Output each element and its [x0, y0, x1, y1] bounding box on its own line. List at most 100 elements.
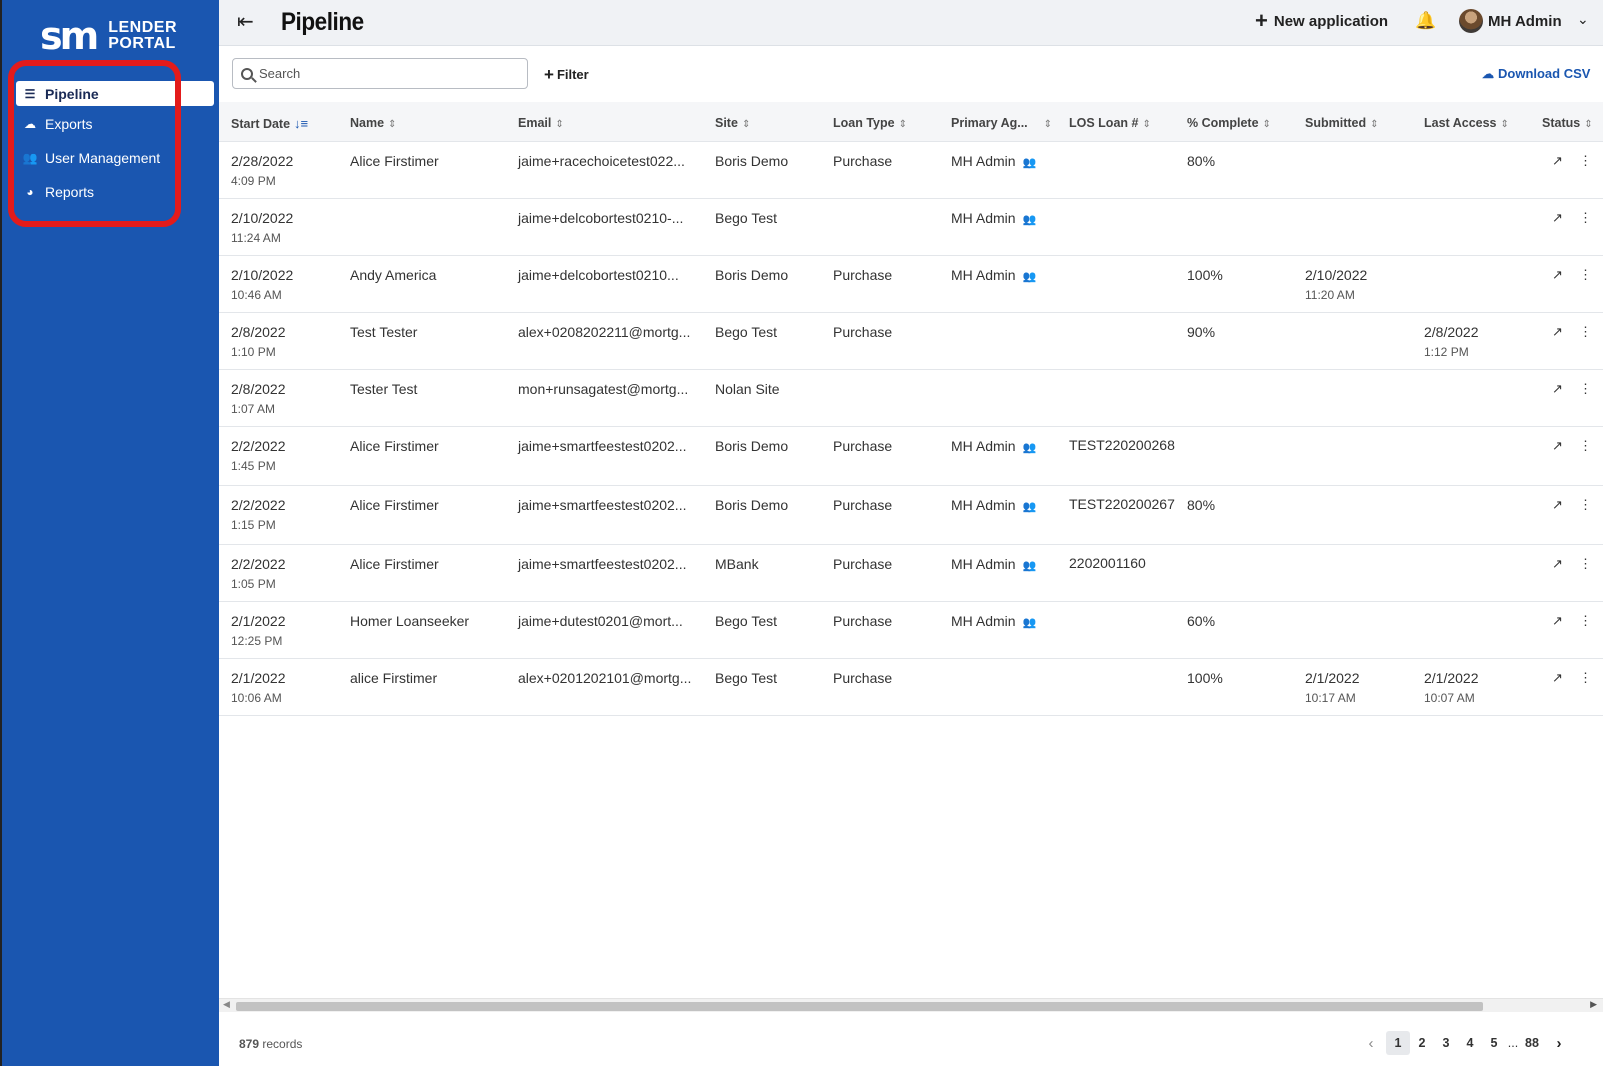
page-last-button[interactable]: 88 [1520, 1036, 1544, 1050]
chevron-right-icon[interactable]: › [1544, 1035, 1574, 1052]
last-access-cell: 2/8/2022 1:12 PM [1424, 324, 1479, 359]
loan-type-cell: Purchase [833, 267, 893, 283]
start-date: 2/8/2022 [231, 324, 286, 340]
table-row[interactable]: 2/8/2022 1:07 AM Tester Test mon+runsagat… [219, 370, 1603, 427]
start-date: 2/10/2022 [231, 267, 294, 283]
site-cell: Boris Demo [715, 438, 789, 454]
pagination: ‹ 1 2 3 4 5 ... 88 › [1356, 1031, 1574, 1055]
open-external-icon[interactable]: ↗ [1552, 613, 1563, 629]
submitted-date: 2/10/2022 [1305, 267, 1368, 283]
column-header-email[interactable]: Email ⇕ [518, 116, 564, 130]
chevron-left-icon[interactable]: ‹ [1356, 1035, 1386, 1052]
page-3-button[interactable]: 3 [1434, 1036, 1458, 1050]
users-icon: 👥 [1022, 442, 1037, 454]
avatar[interactable] [1459, 9, 1483, 33]
page-5-button[interactable]: 5 [1482, 1036, 1506, 1050]
site-cell: Boris Demo [715, 497, 789, 513]
sidebar-item-user-management[interactable]: 👥 User Management [16, 142, 214, 174]
loan-type-cell: Purchase [833, 153, 893, 169]
table-row[interactable]: 2/8/2022 1:10 PM Test Tester alex+0208202… [219, 313, 1603, 370]
start-date: 2/8/2022 [231, 381, 286, 397]
column-header-label: LOS Loan # [1069, 116, 1139, 130]
sidebar-item-reports[interactable]: ◕ Reports [16, 176, 214, 208]
table-row[interactable]: 2/10/2022 10:46 AM Andy America jaime+del… [219, 256, 1603, 313]
more-vertical-icon[interactable]: ⋮ [1579, 267, 1592, 283]
more-vertical-icon[interactable]: ⋮ [1579, 153, 1592, 169]
submitted-cell: 2/10/2022 11:20 AM [1305, 267, 1367, 302]
column-header-start-date[interactable]: Start Date ↓≡ [231, 116, 308, 131]
bell-icon[interactable]: 🔔 [1415, 11, 1436, 31]
loan-type-cell: Purchase [833, 324, 893, 340]
column-header-status[interactable]: Status ⇕ [1542, 116, 1593, 130]
logo-text-line2: PORTAL [108, 35, 176, 52]
more-vertical-icon[interactable]: ⋮ [1579, 670, 1592, 686]
collapse-sidebar-icon[interactable]: ⇤ [237, 9, 254, 34]
page-2-button[interactable]: 2 [1410, 1036, 1434, 1050]
table-row[interactable]: 2/2/2022 1:15 PM Alice Firstimer jaime+sm… [219, 486, 1603, 545]
open-external-icon[interactable]: ↗ [1552, 210, 1563, 226]
horizontal-scrollbar[interactable]: ◀ ▶ [219, 998, 1603, 1012]
scrollbar-thumb[interactable] [236, 1002, 1483, 1011]
open-external-icon[interactable]: ↗ [1552, 438, 1563, 454]
scroll-left-icon[interactable]: ◀ [223, 999, 230, 1010]
site-cell: Bego Test [715, 210, 778, 226]
column-header-los-loan[interactable]: LOS Loan # ⇕ [1069, 116, 1151, 130]
name-cell: Alice Firstimer [350, 556, 439, 572]
name-cell: Test Tester [350, 324, 418, 340]
table-row[interactable]: 2/2/2022 1:45 PM Alice Firstimer jaime+sm… [219, 427, 1603, 486]
column-header-name[interactable]: Name ⇕ [350, 116, 396, 130]
column-header-label: Name [350, 116, 385, 130]
scroll-right-icon[interactable]: ▶ [1590, 999, 1597, 1010]
more-vertical-icon[interactable]: ⋮ [1579, 438, 1592, 454]
open-external-icon[interactable]: ↗ [1552, 324, 1563, 340]
search-input[interactable] [259, 66, 509, 81]
table-row[interactable]: 2/2/2022 1:05 PM Alice Firstimer jaime+sm… [219, 545, 1603, 602]
loan-type-cell: Purchase [833, 613, 893, 629]
column-header-loan-type[interactable]: Loan Type ⇕ [833, 116, 907, 130]
table-row[interactable]: 2/1/2022 10:06 AM alice Firstimer alex+02… [219, 659, 1603, 716]
filter-button[interactable]: + Filter [544, 66, 589, 83]
email-cell: jaime+delcobortest0210-... [518, 210, 684, 226]
table-row[interactable]: 2/10/2022 11:24 AM jaime+delcobortest0210… [219, 199, 1603, 256]
column-header-last-access[interactable]: Last Access ⇕ [1424, 116, 1509, 130]
primary-agent-name: MH Admin [951, 497, 1016, 513]
lender-portal-logo[interactable]: sm LENDER PORTAL [40, 16, 177, 56]
users-icon: 👥 [1022, 157, 1037, 169]
more-vertical-icon[interactable]: ⋮ [1579, 210, 1592, 226]
start-date: 2/2/2022 [231, 556, 286, 572]
new-application-button[interactable]: + New application [1255, 10, 1388, 32]
page-4-button[interactable]: 4 [1458, 1036, 1482, 1050]
sidebar-item-pipeline[interactable]: ☰ Pipeline [16, 81, 214, 106]
column-header-site[interactable]: Site ⇕ [715, 116, 750, 130]
more-vertical-icon[interactable]: ⋮ [1579, 613, 1592, 629]
open-external-icon[interactable]: ↗ [1552, 497, 1563, 513]
more-vertical-icon[interactable]: ⋮ [1579, 497, 1592, 513]
page-1-button[interactable]: 1 [1386, 1031, 1410, 1055]
open-external-icon[interactable]: ↗ [1552, 381, 1563, 397]
column-header-label: Email [518, 116, 552, 130]
loan-type-cell: Purchase [833, 438, 893, 454]
sidebar-item-exports[interactable]: ☁ Exports [16, 108, 214, 140]
more-vertical-icon[interactable]: ⋮ [1579, 381, 1592, 397]
column-header-primary-agent[interactable]: Primary Ag... ⇕ [951, 116, 1052, 130]
more-vertical-icon[interactable]: ⋮ [1579, 556, 1592, 572]
last-access-date: 2/1/2022 [1424, 670, 1479, 686]
primary-agent-cell: MH Admin 👥 [951, 556, 1036, 572]
open-external-icon[interactable]: ↗ [1552, 267, 1563, 283]
column-header-percent-complete[interactable]: % Complete ⇕ [1187, 116, 1271, 130]
table-row[interactable]: 2/28/2022 4:09 PM Alice Firstimer jaime+r… [219, 142, 1603, 199]
column-header-label: Loan Type [833, 116, 895, 130]
table-row[interactable]: 2/1/2022 12:25 PM Homer Loanseeker jaime+… [219, 602, 1603, 659]
column-header-submitted[interactable]: Submitted ⇕ [1305, 116, 1379, 130]
more-vertical-icon[interactable]: ⋮ [1579, 324, 1592, 340]
open-external-icon[interactable]: ↗ [1552, 670, 1563, 686]
sort-icon: ⇕ [388, 119, 397, 130]
download-csv-button[interactable]: ☁ Download CSV [1482, 66, 1590, 81]
start-time: 1:10 PM [231, 345, 276, 359]
logo-mark: sm [40, 14, 99, 58]
user-menu-name[interactable]: MH Admin [1488, 13, 1562, 30]
chevron-down-icon[interactable]: ⌄ [1577, 11, 1589, 28]
open-external-icon[interactable]: ↗ [1552, 153, 1563, 169]
email-cell: mon+runsagatest@mortg... [518, 381, 689, 397]
open-external-icon[interactable]: ↗ [1552, 556, 1563, 572]
